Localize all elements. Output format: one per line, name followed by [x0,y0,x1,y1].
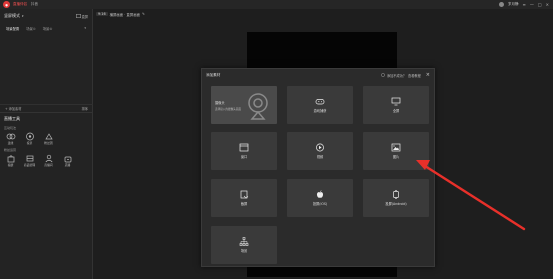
tool-vote[interactable]: 投票 [22,132,37,145]
edit-icon[interactable]: ✎ [142,12,145,16]
avatar[interactable] [499,2,504,7]
tool-label: 店播 [64,163,71,167]
tile-video[interactable]: 视频 [287,132,353,170]
tile-label: 投屏(Android) [385,202,407,206]
gamepad-icon [315,99,325,105]
help-icon [381,73,385,77]
title-bar-controls: 岁月静 ≡ — □ × [499,2,549,7]
user-icon [45,154,52,163]
tile-label: 游戏捕获 [313,109,327,113]
chevron-down-icon[interactable]: ▾ [84,26,86,31]
tool-lucky-bag[interactable]: 福袋 [3,154,18,167]
tile-label: 截屏 [240,202,248,206]
add-source-bar: + 添加素材 排序 [0,104,93,111]
mode-header: 竖屏模式 ▾ 直屏 [0,9,92,23]
tile-label: 视频 [316,155,324,159]
tool-row-fans: 福袋 商品管理 直播间 店播 [0,153,93,169]
tile-label: 投屏(iOS) [312,202,328,206]
add-source-dialog: 添加素材 添加不成功？ 查看教程 × 摄像头 选择接入的摄像头画面 游戏捕获 全… [201,68,435,267]
tile-label: 场景 [240,249,248,253]
app-mode: 抖音 [31,2,38,6]
source-list [0,34,92,101]
tool-label: 连线 [7,141,14,145]
help-link[interactable]: 查看教程 [408,73,421,78]
breadcrumb: 横屏画面 · 直屏画面 [109,12,140,17]
tile-image[interactable]: 图片 [363,132,429,170]
link-icon [6,133,15,140]
app-logo-icon: ● [3,1,10,8]
minimize-button[interactable]: — [530,2,534,7]
tile-screenshot[interactable]: 截屏 [211,179,277,217]
orientation-label: 直屏 [81,14,88,19]
screen-icon [75,14,81,18]
tool-label: 直播间 [44,163,53,167]
scene-tabs: 场景配置 场景① 场景④ ▾ [0,23,92,34]
aspect-badge[interactable]: 9:16 [96,12,108,16]
menu-button[interactable]: ≡ [523,2,526,7]
play-icon [316,143,324,152]
tile-camera[interactable]: 摄像头 选择接入的摄像头画面 [211,86,277,124]
tool-products[interactable]: 商品管理 [22,154,37,167]
tile-fullscreen[interactable]: 全屏 [363,86,429,124]
dialog-help: 添加不成功？ 查看教程 × [381,72,430,78]
close-icon[interactable]: × [426,72,430,78]
tile-desc: 选择接入的摄像头画面 [215,107,241,111]
tile-cast-android[interactable]: 投屏(Android) [363,179,429,217]
tool-fan-club[interactable]: 粉丝团 [41,132,56,145]
live-tools-panel: 直播工具 互动玩法 连线 投票 粉丝团 粉丝运营 福袋 商品管理 直播间 店播 [0,112,93,169]
tool-connect[interactable]: 连线 [3,132,18,145]
tab-scene-1[interactable]: 场景① [26,26,36,31]
tab-scene-4[interactable]: 场景④ [43,26,53,31]
fan-icon [44,133,53,140]
chevron-down-icon[interactable]: ▾ [22,14,24,18]
window-icon [239,143,249,152]
tile-game-capture[interactable]: 游戏捕获 [287,86,353,124]
tab-scene-config[interactable]: 场景配置 [6,26,19,31]
tool-label: 福袋 [7,163,14,167]
close-window-button[interactable]: × [546,2,549,7]
preview-toolbar: 9:16 横屏画面 · 直屏画面 ✎ [93,9,553,19]
tools-title: 直播工具 [0,112,93,125]
tile-label: 摄像头 [215,100,225,105]
tile-label: 图片 [392,155,400,159]
orientation-toggle[interactable]: 直屏 [75,14,88,19]
bag-icon [7,155,14,163]
monitor-icon [391,97,401,106]
tile-scene[interactable]: 场景 [211,226,277,264]
sort-button[interactable]: 排序 [82,106,88,111]
tool-label: 粉丝团 [44,141,53,145]
apple-icon [316,190,324,198]
tool-label: 商品管理 [23,163,36,167]
tool-room[interactable]: 直播间 [41,154,56,167]
app-window: ● 直播伴侣 抖音 岁月静 ≡ — □ × 竖屏模式 ▾ 直屏 场景配置 场景①… [0,0,553,279]
tile-window[interactable]: 窗口 [211,132,277,170]
cart-icon [26,155,33,162]
tile-label: 全屏 [392,109,400,113]
help-hint: 添加不成功？ [386,73,407,78]
tool-row-interaction: 连线 投票 粉丝团 [0,131,93,147]
app-name: 直播伴侣 [13,2,27,6]
crop-icon [240,190,249,199]
vote-icon [25,132,34,141]
user-name[interactable]: 岁月静 [508,2,519,7]
dialog-header: 添加素材 添加不成功？ 查看教程 × [202,69,434,81]
webcam-icon [248,93,268,120]
image-icon [391,143,401,152]
tile-label: 窗口 [240,155,248,159]
hierarchy-icon [239,237,249,246]
mode-select[interactable]: 竖屏模式 [4,13,20,19]
tile-cast-ios[interactable]: 投屏(iOS) [287,179,353,217]
android-icon [393,190,399,199]
add-source-button[interactable]: + 添加素材 [5,106,21,111]
store-icon [64,156,71,163]
maximize-button[interactable]: □ [538,2,542,7]
dialog-title: 添加素材 [206,72,221,77]
tool-store[interactable]: 店播 [60,154,75,167]
tool-label: 投票 [26,141,33,145]
title-bar: ● 直播伴侣 抖音 岁月静 ≡ — □ × [0,0,553,9]
